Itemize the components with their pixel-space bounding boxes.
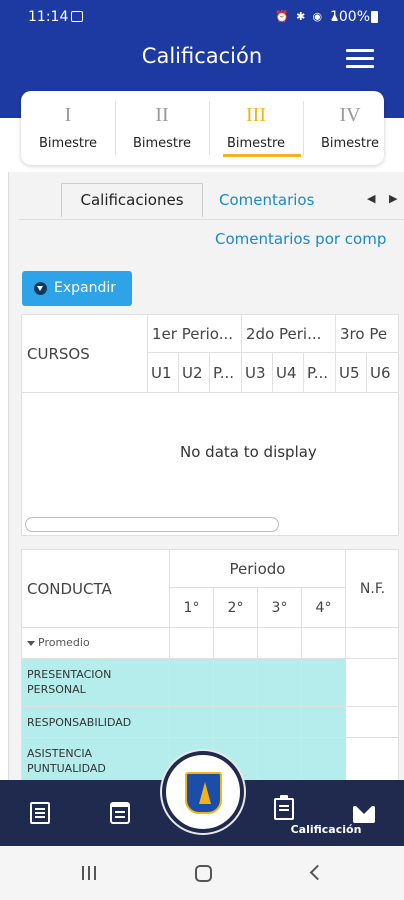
page-title: Calificación xyxy=(141,44,263,68)
column-header-cursos: CURSOS xyxy=(22,315,148,393)
column-header-period-number: 1° xyxy=(170,588,214,628)
nav-item-calendar[interactable] xyxy=(90,780,150,846)
table-cell xyxy=(214,628,258,659)
table-cell xyxy=(214,659,258,707)
scroll-left-icon[interactable]: ◀ xyxy=(367,192,375,205)
bimestre-roman: III xyxy=(246,104,266,126)
clipboard-icon xyxy=(274,795,294,820)
tab-bimestre-2[interactable]: II Bimestre xyxy=(115,91,209,165)
active-tab-indicator xyxy=(223,154,301,157)
table-cell xyxy=(170,659,214,707)
content-area: Calificaciones Comentarios ◀ ▶ Comentari… xyxy=(8,172,404,780)
column-header-period-number: 3° xyxy=(258,588,302,628)
recents-icon[interactable] xyxy=(82,866,100,880)
conduct-grid: CONDUCTA Periodo N.F. 1° 2° 3° 4° Promed… xyxy=(21,549,399,780)
row-label: PRESENTACION PERSONAL xyxy=(22,659,170,707)
tab-bimestre-1[interactable]: I Bimestre xyxy=(21,91,115,165)
bimestre-roman: I xyxy=(64,104,72,126)
document-icon xyxy=(30,802,50,824)
table-cell xyxy=(346,659,398,707)
calendar-icon xyxy=(110,802,130,824)
expand-button-label: Expandir xyxy=(54,280,117,296)
chevron-down-circle-icon xyxy=(34,282,47,295)
status-bar: 11:14 ⏰ ✱ ◉ ▲ 100% xyxy=(0,0,404,34)
column-header-period-number: 4° xyxy=(302,588,346,628)
table-cell xyxy=(214,707,258,738)
table-row: RESPONSABILIDAD xyxy=(22,707,398,738)
table-cell xyxy=(258,659,302,707)
subtab-bar: Calificaciones Comentarios ◀ ▶ xyxy=(19,172,404,220)
bimestre-label: Bimestre xyxy=(132,136,192,151)
column-header-period-1: 1er Perio... xyxy=(148,315,242,353)
table-row: PRESENTACION PERSONAL xyxy=(22,659,398,707)
tab-comentarios-por-comp[interactable]: Comentarios por comp xyxy=(215,230,386,248)
table-cell xyxy=(258,738,302,780)
school-logo xyxy=(185,772,222,814)
bimestre-selector: I Bimestre II Bimestre III Bimestre IV B… xyxy=(21,91,384,165)
empty-state-text: No data to display xyxy=(180,443,317,461)
row-label: ASISTENCIA PUNTUALIDAD xyxy=(22,738,170,780)
tab-bimestre-4[interactable]: IV Bimestre xyxy=(303,91,384,165)
column-header-unit: P... xyxy=(210,353,242,393)
caret-down-icon xyxy=(27,640,35,646)
column-header-unit: P... xyxy=(304,353,336,393)
group-row-promedio[interactable]: Promedio xyxy=(22,628,398,659)
table-cell xyxy=(302,659,346,707)
table-cell xyxy=(302,628,346,659)
nav-item-calificacion[interactable]: Calificación xyxy=(242,780,361,846)
table-cell xyxy=(346,628,398,659)
table-cell xyxy=(258,628,302,659)
system-navigation-bar xyxy=(0,846,404,900)
tab-bimestre-3[interactable]: III Bimestre xyxy=(209,91,303,165)
table-cell xyxy=(258,707,302,738)
bimestre-label: Bimestre xyxy=(226,136,286,151)
tab-calificaciones[interactable]: Calificaciones xyxy=(61,183,203,217)
status-time: 11:14 xyxy=(28,9,69,25)
table-cell xyxy=(302,707,346,738)
group-label-text: Promedio xyxy=(38,636,90,649)
column-header-unit: U3 xyxy=(242,353,273,393)
hamburger-menu-icon[interactable] xyxy=(346,49,374,71)
bimestre-roman: IV xyxy=(339,104,361,126)
table-cell xyxy=(346,707,398,738)
grades-grid: CURSOS 1er Perio... 2do Peri... 3ro Pe U… xyxy=(21,314,399,536)
bimestre-label: Bimestre xyxy=(320,136,380,151)
column-header-unit: U5 xyxy=(336,353,367,393)
column-header-nf: N.F. xyxy=(346,550,398,628)
column-header-unit: U4 xyxy=(273,353,304,393)
scroll-right-icon[interactable]: ▶ xyxy=(389,192,397,205)
tab-comentarios[interactable]: Comentarios xyxy=(219,191,314,209)
column-header-periodo: Periodo xyxy=(170,550,346,588)
bimestre-label: Bimestre xyxy=(38,136,98,151)
school-logo-button[interactable] xyxy=(162,751,244,833)
table-cell xyxy=(170,628,214,659)
home-icon[interactable] xyxy=(195,865,212,882)
column-header-period-number: 2° xyxy=(214,588,258,628)
column-header-conducta: CONDUCTA xyxy=(22,550,170,628)
mail-icon xyxy=(353,806,375,823)
battery-percentage: 100% xyxy=(329,9,370,25)
image-notification-icon xyxy=(71,11,83,22)
expand-button[interactable]: Expandir xyxy=(22,271,132,306)
battery-icon xyxy=(371,11,378,23)
column-header-unit: U6 xyxy=(367,353,398,393)
bimestre-roman: II xyxy=(155,104,169,126)
back-icon[interactable] xyxy=(309,864,326,881)
row-label: RESPONSABILIDAD xyxy=(22,707,170,738)
group-label: Promedio xyxy=(22,628,170,659)
column-header-unit: U1 xyxy=(148,353,179,393)
horizontal-scrollbar[interactable] xyxy=(25,517,279,532)
nav-item-documents[interactable] xyxy=(10,780,70,846)
column-header-unit: U2 xyxy=(179,353,210,393)
column-header-period-2: 2do Peri... xyxy=(242,315,336,353)
nav-item-messages[interactable] xyxy=(334,780,394,846)
table-cell xyxy=(302,738,346,780)
column-header-period-3: 3ro Pe xyxy=(336,315,398,353)
table-cell xyxy=(346,738,398,780)
table-cell xyxy=(170,707,214,738)
